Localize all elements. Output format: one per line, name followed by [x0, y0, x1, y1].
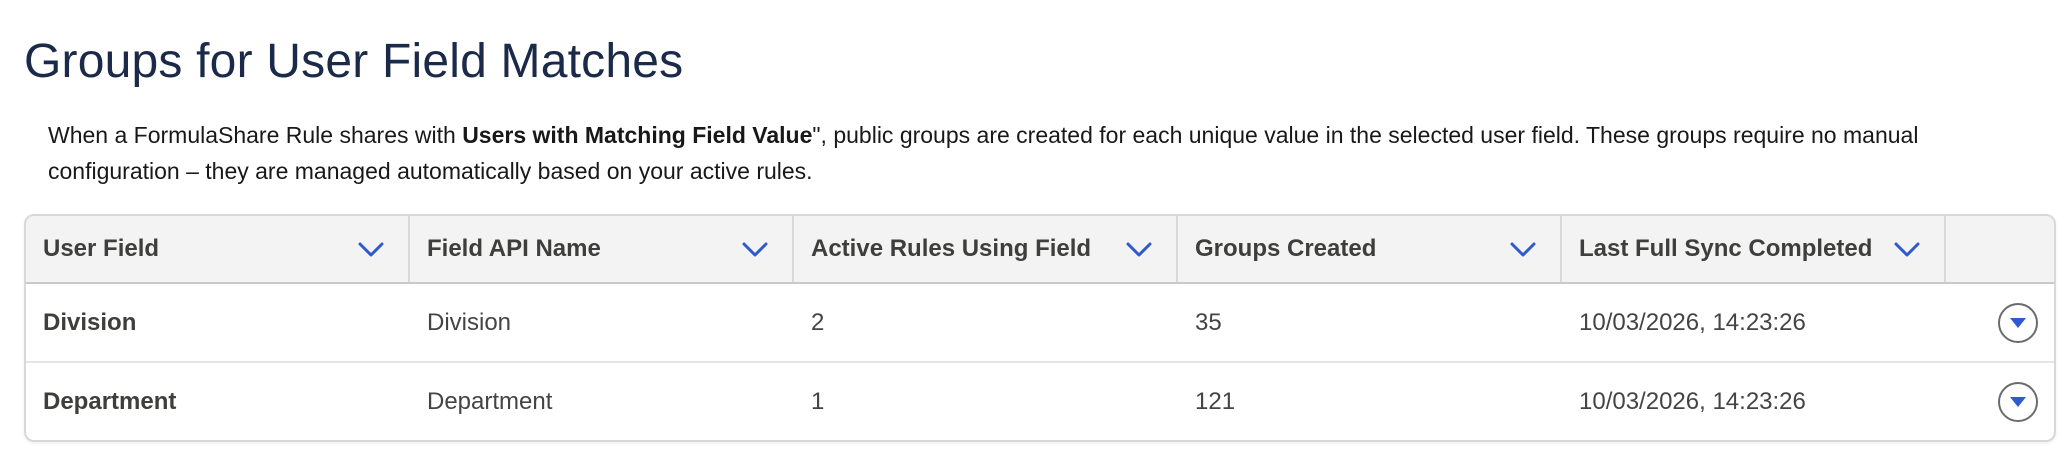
cell-groups-created: 35	[1195, 308, 1222, 336]
column-header-field-api-name[interactable]: Field API Name	[410, 216, 794, 282]
chevron-down-icon[interactable]	[740, 238, 770, 260]
user-field-groups-table: User Field Field API Name Active Rules U…	[24, 214, 2056, 442]
description-bold-text: Users with Matching Field Value	[462, 122, 813, 148]
triangle-down-icon	[2010, 317, 2026, 328]
cell-groups-created: 121	[1195, 387, 1236, 415]
chevron-down-icon[interactable]	[356, 238, 386, 260]
column-header-label: Field API Name	[427, 235, 601, 262]
cell-last-full-sync: 10/03/2026, 14:23:26	[1579, 308, 1806, 336]
page-title: Groups for User Field Matches	[24, 35, 684, 88]
column-header-active-rules[interactable]: Active Rules Using Field	[794, 216, 1178, 282]
cell-row-actions	[1946, 363, 2054, 440]
row-action-menu-button[interactable]	[1998, 302, 2038, 343]
cell-active-rules: 2	[811, 308, 825, 336]
description-part-1: When a FormulaShare Rule shares with	[48, 122, 463, 148]
column-header-user-field[interactable]: User Field	[26, 216, 410, 282]
chevron-down-icon[interactable]	[1508, 238, 1538, 260]
page: Groups for User Field Matches When a For…	[0, 0, 2068, 456]
cell-active-rules: 1	[811, 387, 825, 415]
column-header-last-full-sync[interactable]: Last Full Sync Completed	[1562, 216, 1946, 282]
triangle-down-icon	[2010, 396, 2026, 407]
cell-last-full-sync: 10/03/2026, 14:23:26	[1579, 387, 1806, 415]
cell-row-actions	[1946, 284, 2054, 361]
row-action-menu-button[interactable]	[1998, 381, 2038, 422]
table-header-row: User Field Field API Name Active Rules U…	[26, 216, 2054, 284]
column-header-label: Active Rules Using Field	[811, 235, 1092, 262]
cell-field-api-name: Division	[427, 308, 512, 336]
chevron-down-icon[interactable]	[1124, 238, 1154, 260]
column-header-label: Last Full Sync Completed	[1579, 235, 1873, 262]
column-header-label: User Field	[43, 235, 160, 262]
chevron-down-icon[interactable]	[1892, 238, 1922, 260]
column-header-actions	[1946, 216, 2054, 282]
cell-user-field: Department	[43, 387, 177, 415]
column-header-groups-created[interactable]: Groups Created	[1178, 216, 1562, 282]
table-row: Division Division 2 35 10/03/2026, 14:23…	[26, 284, 2054, 363]
column-header-label: Groups Created	[1195, 235, 1377, 262]
cell-field-api-name: Department	[427, 387, 553, 415]
table-row: Department Department 1 121 10/03/2026, …	[26, 363, 2054, 440]
page-description: When a FormulaShare Rule shares with Use…	[48, 117, 2008, 189]
cell-user-field: Division	[43, 308, 137, 336]
